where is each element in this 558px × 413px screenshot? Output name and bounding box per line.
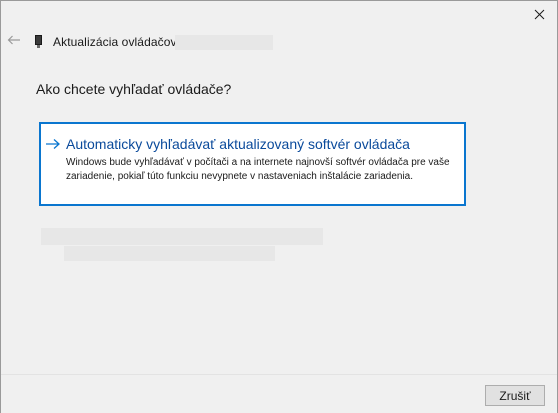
redacted-option-2 xyxy=(64,246,275,261)
dialog-title-bar: Aktualizácia ovládačov xyxy=(35,33,273,51)
driver-device-icon xyxy=(35,35,42,49)
close-button[interactable] xyxy=(527,3,551,25)
back-arrow-icon xyxy=(7,35,20,45)
redacted-option-1 xyxy=(41,228,323,245)
close-icon xyxy=(534,9,544,19)
auto-search-option[interactable]: Automaticky vyhľadávať aktualizovaný sof… xyxy=(39,122,466,206)
option-title: Automaticky vyhľadávať aktualizovaný sof… xyxy=(66,136,410,152)
redacted-title-area xyxy=(174,34,273,50)
driver-update-dialog: Aktualizácia ovládačov Ako chcete vyhľad… xyxy=(0,0,558,413)
dialog-title: Aktualizácia ovládačov xyxy=(53,35,177,49)
dialog-footer: Zrušiť xyxy=(1,374,557,413)
option-description: Windows bude vyhľadávať v počítači a na … xyxy=(66,157,450,182)
back-button[interactable] xyxy=(5,31,23,49)
arrow-right-icon xyxy=(46,139,60,149)
page-heading: Ako chcete vyhľadať ovládače? xyxy=(36,81,232,97)
cancel-button[interactable]: Zrušiť xyxy=(485,385,545,406)
